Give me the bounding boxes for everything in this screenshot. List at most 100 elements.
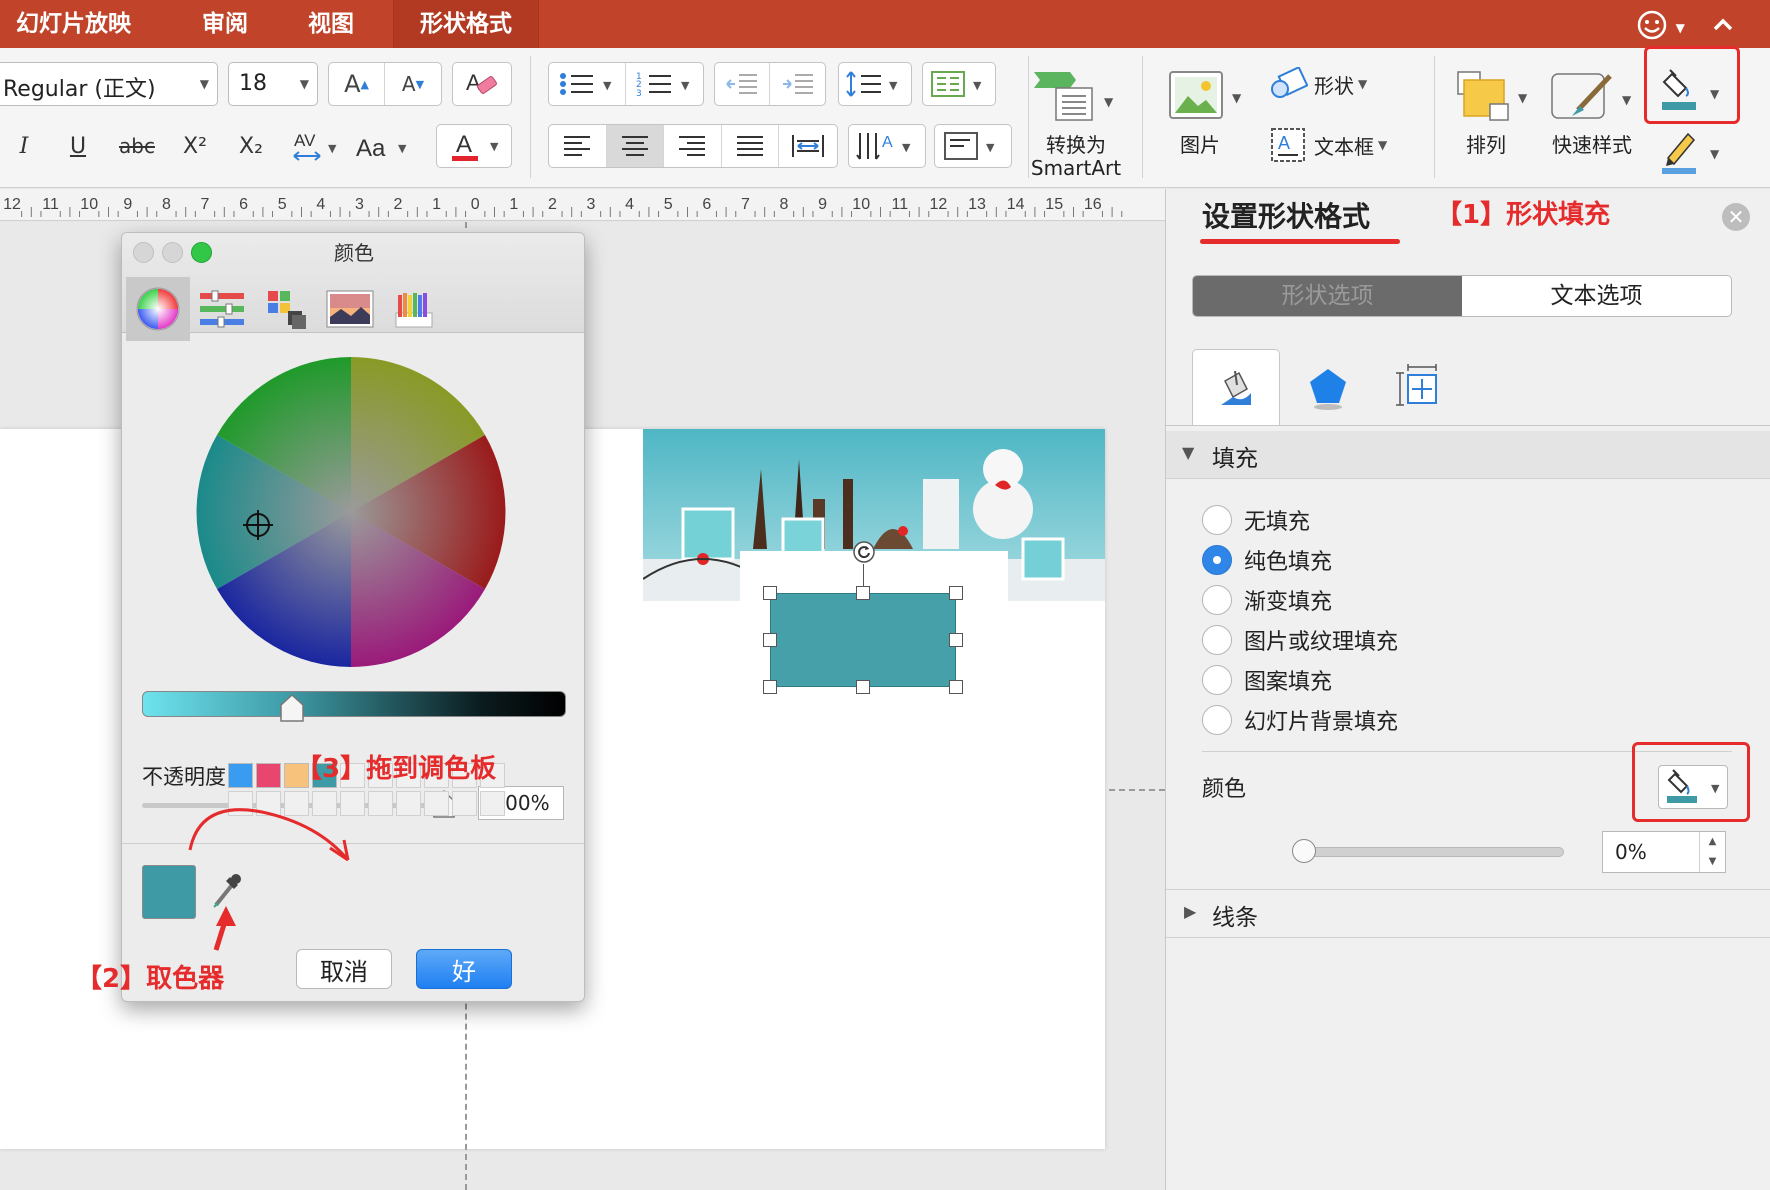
text-direction-button[interactable]: A ▼ [849,125,925,167]
palette-swatch[interactable] [312,791,337,816]
tab-slideshow[interactable]: 幻灯片放映 [16,0,131,48]
shrink-font-button[interactable]: A ▼ [385,63,441,105]
fill-section-header[interactable]: ▼ 填充 [1166,431,1770,479]
resize-handle[interactable] [949,586,963,600]
palette-swatch[interactable] [480,791,505,816]
rotate-handle-icon[interactable] [852,540,876,564]
color-wheel[interactable] [196,357,506,667]
resize-handle[interactable] [856,680,870,694]
radio-picture-fill[interactable]: 图片或纹理填充 [1202,623,1398,657]
radio-slide-background-fill[interactable]: 幻灯片背景填充 [1202,703,1398,737]
palette-swatch[interactable] [284,791,309,816]
radio-button[interactable] [1202,585,1232,615]
brightness-slider[interactable] [142,691,566,717]
tab-text-options[interactable]: 文本选项 [1462,276,1731,316]
effects-tab[interactable] [1302,363,1354,415]
palette-swatch[interactable] [396,791,421,816]
resize-handle[interactable] [763,586,777,600]
character-spacing-button[interactable]: AV ▼ [288,124,342,168]
resize-handle[interactable] [949,680,963,694]
radio-label: 图片或纹理填充 [1244,630,1399,655]
font-color-button[interactable]: A ▼ [437,125,511,167]
tab-shape-format[interactable]: 形状格式 [393,0,539,48]
radio-button[interactable] [1202,665,1232,695]
ok-button[interactable]: 好 [416,949,512,989]
transparency-slider[interactable] [1300,847,1564,857]
distributed-button[interactable] [779,125,837,167]
smiley-feedback-icon[interactable]: ▼ [1636,0,1685,48]
numbering-button[interactable]: 1 2 3 ▼ [626,63,703,105]
color-palettes-tab[interactable] [254,277,318,341]
eyedropper-button[interactable] [206,869,246,915]
arrange-button[interactable]: ▼ [1452,68,1532,128]
line-section-header[interactable]: ▶ 线条 [1166,890,1770,938]
cancel-button[interactable]: 取消 [296,949,392,989]
fill-line-tab[interactable] [1192,349,1280,425]
palette-swatch[interactable] [228,763,253,788]
align-right-button[interactable] [664,125,722,167]
radio-button[interactable] [1202,505,1232,535]
brightness-slider-thumb[interactable] [279,693,305,723]
palette-swatch[interactable] [256,791,281,816]
subscript-button[interactable]: X₂ [230,124,272,168]
radio-button[interactable] [1202,625,1232,655]
justify-button[interactable] [722,125,780,167]
size-properties-tab[interactable] [1394,363,1446,415]
font-name-select[interactable]: Regular (正文) ▼ [0,62,218,106]
shape-outline-button[interactable]: ▼ [1656,128,1730,178]
color-wheel-tab[interactable] [126,277,190,341]
resize-handle[interactable] [763,633,777,647]
resize-handle[interactable] [763,680,777,694]
radio-button[interactable] [1202,705,1232,735]
tab-review[interactable]: 审阅 [202,0,248,48]
radio-button[interactable] [1202,545,1232,575]
picture-button[interactable]: ▼ [1168,68,1248,128]
crayons-tab[interactable] [382,277,446,341]
selected-rectangle-shape[interactable] [770,593,956,687]
align-left-button[interactable] [549,125,607,167]
radio-no-fill[interactable]: 无填充 [1202,503,1310,537]
underline-button[interactable]: U [58,124,98,168]
font-size-select[interactable]: 18 ▼ [228,62,318,106]
transparency-slider-thumb[interactable] [1292,839,1316,863]
strikethrough-button[interactable]: abc [112,124,162,168]
superscript-button[interactable]: X² [174,124,216,168]
palette-swatch[interactable] [452,791,477,816]
collapse-ribbon-icon[interactable] [1710,0,1736,48]
line-spacing-button[interactable]: ▼ [839,63,911,105]
palette-swatch[interactable] [228,791,253,816]
convert-smartart-button[interactable]: ▼ [1030,66,1120,130]
shape-button[interactable]: 形状 ▼ [1268,64,1418,104]
resize-handle[interactable] [856,586,870,600]
align-text-button[interactable]: ▼ [935,125,1011,167]
decrease-indent-button[interactable] [715,63,771,105]
radio-pattern-fill[interactable]: 图案填充 [1202,663,1332,697]
change-case-button[interactable]: Aa ▼ [350,124,416,168]
radio-label: 图案填充 [1244,670,1333,695]
bullets-button[interactable]: ▼ [549,63,626,105]
textbox-button[interactable]: A 文本框 ▼ [1268,122,1428,168]
radio-solid-fill[interactable]: 纯色填充 [1202,543,1332,577]
stepper-icon[interactable]: ▲ ▼ [1699,832,1725,872]
current-color-well[interactable] [142,865,196,919]
clear-formatting-button[interactable]: A [453,63,511,105]
palette-swatch[interactable] [368,791,393,816]
increase-indent-button[interactable] [770,63,825,105]
transparency-field[interactable]: 0% ▲ ▼ [1602,831,1726,873]
tab-view[interactable]: 视图 [308,0,354,48]
image-palettes-tab[interactable] [318,277,382,341]
tab-shape-options[interactable]: 形状选项 [1193,276,1462,316]
palette-swatch[interactable] [256,763,281,788]
color-sliders-tab[interactable] [190,277,254,341]
grow-font-button[interactable]: A ▲ [329,63,386,105]
palette-swatch[interactable] [340,791,365,816]
italic-button[interactable]: I [4,124,44,168]
ribbon: Regular (正文) ▼ 18 ▼ A ▲ A ▼ A I U abc X² X… [0,48,1770,188]
columns-button[interactable]: ▼ [923,63,995,105]
radio-gradient-fill[interactable]: 渐变填充 [1202,583,1332,617]
palette-swatch[interactable] [424,791,449,816]
quick-styles-button[interactable]: ▼ [1548,66,1634,128]
close-pane-icon[interactable]: ✕ [1722,203,1750,231]
align-center-button[interactable] [606,125,665,167]
resize-handle[interactable] [949,633,963,647]
